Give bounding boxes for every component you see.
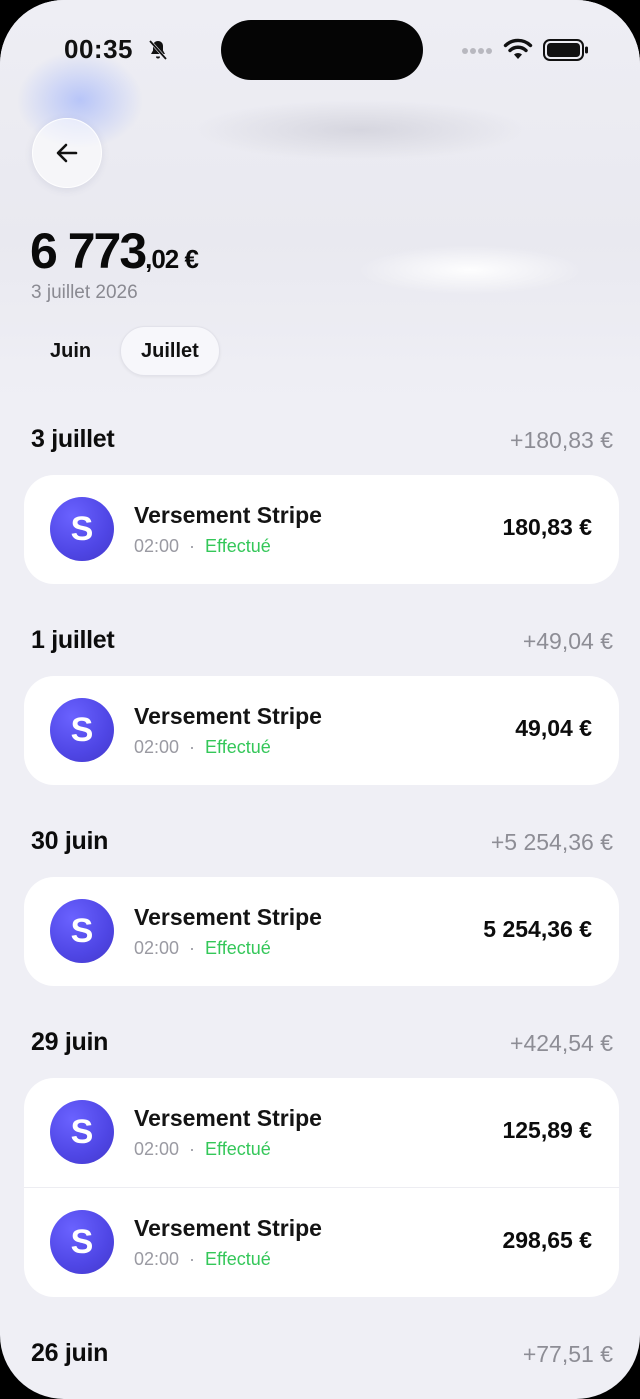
wifi-icon xyxy=(503,38,533,59)
section-date: 29 juin xyxy=(31,1028,109,1056)
stripe-logo-icon: S xyxy=(50,698,114,762)
section-total: +5 254,36 € xyxy=(490,829,613,855)
arrow-left-icon xyxy=(56,143,78,163)
transaction-meta: 02:00 · Effectué xyxy=(134,938,271,958)
transaction-status: Effectué xyxy=(205,1249,271,1269)
transaction-name: Versement Stripe xyxy=(134,502,322,528)
back-button[interactable] xyxy=(32,118,102,188)
section-total: +49,04 € xyxy=(522,628,613,654)
stripe-logo-icon: S xyxy=(50,1100,114,1164)
transaction-time: 02:00 xyxy=(134,1249,180,1269)
transaction-amount: 5 254,36 € xyxy=(483,916,592,942)
transaction-row[interactable]: S Versement Stripe 02:00 · Effectué 298,65… xyxy=(24,1187,619,1297)
balance-decimal: ,02 € xyxy=(145,244,199,274)
battery-icon xyxy=(543,39,588,61)
section-total: +180,83 € xyxy=(510,427,613,453)
section-header: 26 juin +77,51 € xyxy=(31,1339,613,1373)
transaction-card: S Versement Stripe 02:00 · Effectué 125,89… xyxy=(24,1078,619,1297)
status-time: 00:35 xyxy=(64,34,133,64)
tab-juillet[interactable]: Juillet xyxy=(120,326,220,376)
transaction-name: Versement Stripe xyxy=(134,904,322,930)
stripe-logo-icon: S xyxy=(50,497,114,561)
stripe-logo-icon: S xyxy=(50,899,114,963)
transaction-row[interactable]: S Versement Stripe 02:00 · Effectué 49,04 … xyxy=(24,676,619,785)
transaction-status: Effectué xyxy=(205,536,271,556)
section-header: 3 juillet +180,83 € xyxy=(31,425,613,459)
transaction-time: 02:00 xyxy=(134,938,180,958)
section-header: 30 juin +5 254,36 € xyxy=(31,827,613,861)
transaction-status: Effectué xyxy=(205,737,271,757)
transaction-amount: 49,04 € xyxy=(515,715,592,741)
transaction-name: Versement Stripe xyxy=(134,1215,322,1241)
balance-integer: 6 773 xyxy=(30,223,147,279)
transaction-amount: 298,65 € xyxy=(502,1227,592,1253)
transaction-meta: 02:00 · Effectué xyxy=(134,1139,271,1159)
transaction-name: Versement Stripe xyxy=(134,703,322,729)
screen: 00:35 6 773 ,02 € 3 juillet 2026 Juin Ju… xyxy=(0,0,640,1399)
transaction-amount: 180,83 € xyxy=(502,514,592,540)
transaction-time: 02:00 xyxy=(134,737,180,757)
tab-juin[interactable]: Juin xyxy=(30,326,111,376)
bell-slash-icon xyxy=(148,40,168,60)
section-date: 3 juillet xyxy=(31,425,115,453)
transaction-card: S Versement Stripe 02:00 · Effectué 180,83… xyxy=(24,475,619,584)
section-total: +77,51 € xyxy=(522,1341,613,1367)
transaction-card: S Versement Stripe 02:00 · Effectué 5 254,… xyxy=(24,877,619,986)
transaction-time: 02:00 xyxy=(134,1139,180,1159)
cellular-signal-icon xyxy=(462,48,492,54)
stripe-logo-icon: S xyxy=(50,1210,114,1274)
transaction-name: Versement Stripe xyxy=(134,1105,322,1131)
section-date: 26 juin xyxy=(31,1339,109,1367)
transaction-meta: 02:00 · Effectué xyxy=(134,536,271,556)
transaction-row[interactable]: S Versement Stripe 02:00 · Effectué 5 254,… xyxy=(24,877,619,986)
section-header: 29 juin +424,54 € xyxy=(31,1028,613,1062)
transaction-amount: 125,89 € xyxy=(502,1117,592,1143)
transaction-meta: 02:00 · Effectué xyxy=(134,737,271,757)
transaction-row[interactable]: S Versement Stripe 02:00 · Effectué 125,89… xyxy=(24,1078,619,1187)
dynamic-island xyxy=(221,20,423,80)
section-total: +424,54 € xyxy=(510,1030,613,1056)
balance-date: 3 juillet 2026 xyxy=(31,282,138,303)
section-date: 30 juin xyxy=(31,827,109,855)
transaction-time: 02:00 xyxy=(134,536,180,556)
balance-amount: 6 773 ,02 € xyxy=(30,222,199,280)
transaction-status: Effectué xyxy=(205,938,271,958)
transaction-card: S Versement Stripe 02:00 · Effectué 49,04 … xyxy=(24,676,619,785)
section-date: 1 juillet xyxy=(31,626,115,654)
section-header: 1 juillet +49,04 € xyxy=(31,626,613,660)
transaction-row[interactable]: S Versement Stripe 02:00 · Effectué 180,83… xyxy=(24,475,619,584)
transaction-meta: 02:00 · Effectué xyxy=(134,1249,271,1269)
transaction-status: Effectué xyxy=(205,1139,271,1159)
